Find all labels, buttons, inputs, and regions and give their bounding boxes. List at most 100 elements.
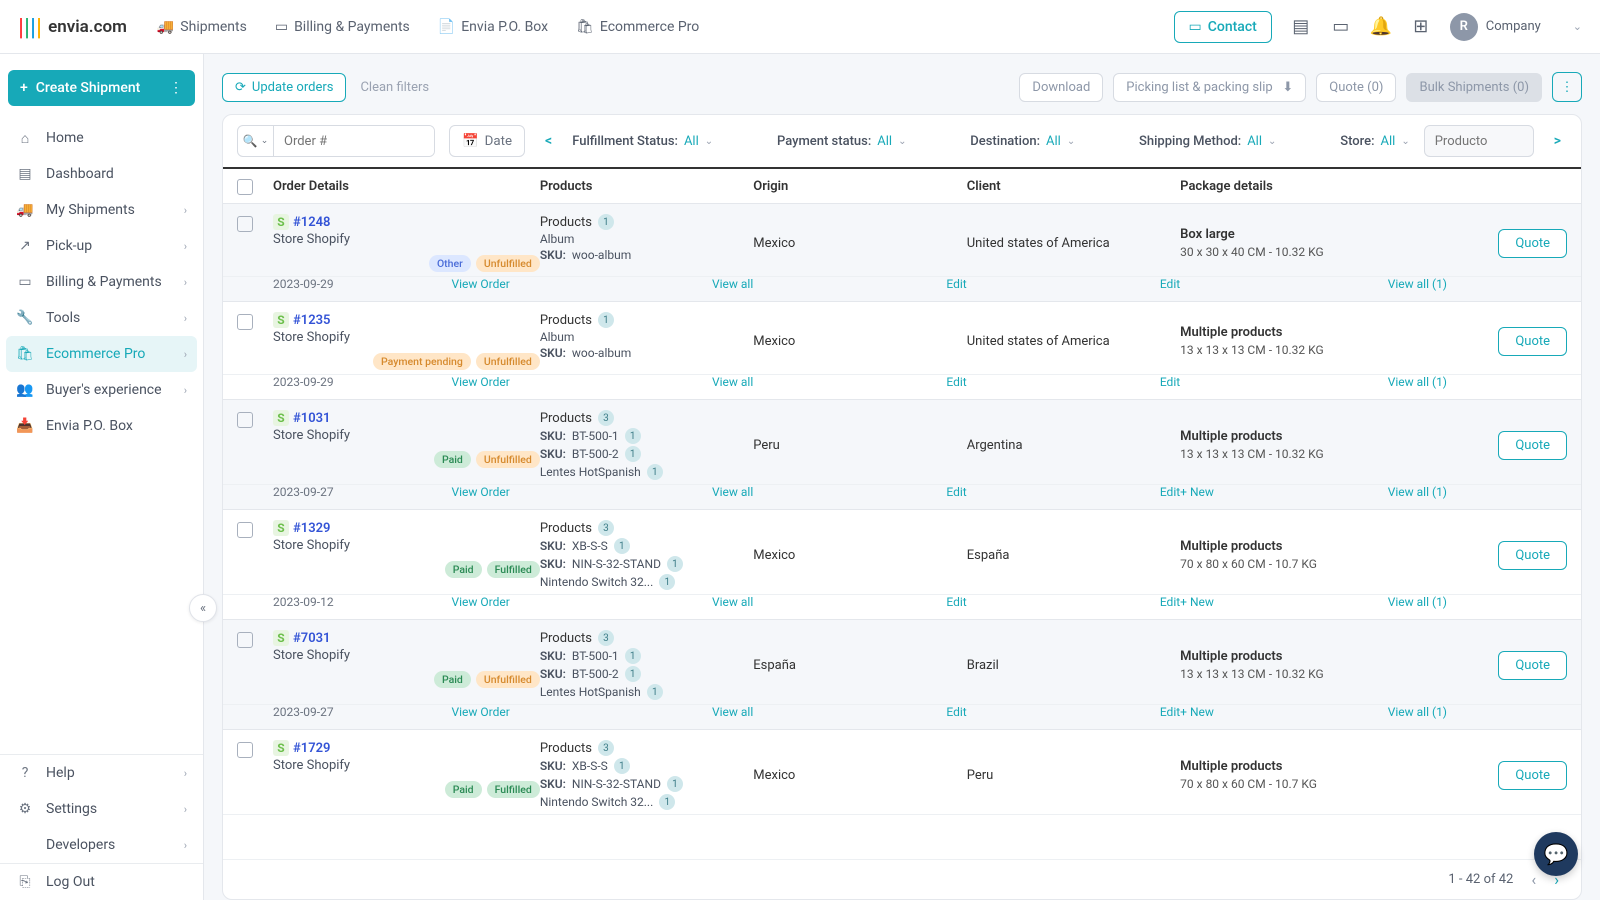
- view-all-packages-link[interactable]: View all (1): [1388, 375, 1447, 389]
- new-package-link[interactable]: + New: [1180, 595, 1214, 609]
- order-search-input[interactable]: [274, 126, 434, 156]
- prev-page-button[interactable]: ‹: [1531, 870, 1536, 889]
- view-order-link[interactable]: View Order: [451, 277, 509, 291]
- clean-filters-button[interactable]: Clean filters: [360, 80, 429, 95]
- edit-client-link[interactable]: Edit: [1160, 705, 1180, 719]
- sidebar-item-my-shipments[interactable]: 🚚My Shipments›: [0, 192, 203, 228]
- edit-client-link[interactable]: Edit: [1160, 595, 1180, 609]
- view-order-link[interactable]: View Order: [451, 375, 509, 389]
- sidebar-item-home[interactable]: ⌂Home: [0, 120, 203, 156]
- pagination: 1 - 42 of 42 ‹ ›: [223, 859, 1581, 899]
- more-icon[interactable]: ⋮: [169, 80, 183, 96]
- chat-button[interactable]: 💬: [1534, 832, 1578, 876]
- user-menu[interactable]: R Company ⌄: [1450, 13, 1582, 41]
- order-id-link[interactable]: #1235: [293, 313, 330, 328]
- sidebar-item-envia-p-o-box[interactable]: 📥Envia P.O. Box: [0, 408, 203, 444]
- quote-button[interactable]: Quote: [1498, 651, 1567, 680]
- scroll-left-button[interactable]: <: [539, 133, 558, 149]
- sidebar-item-dashboard[interactable]: ▤Dashboard: [0, 156, 203, 192]
- new-package-link[interactable]: + New: [1180, 705, 1214, 719]
- filter-destination-[interactable]: Destination:All⌄: [970, 134, 1075, 149]
- order-id-link[interactable]: #1329: [293, 521, 330, 536]
- row-checkbox[interactable]: [237, 216, 253, 232]
- row-checkbox[interactable]: [237, 412, 253, 428]
- view-all-products-link[interactable]: View all: [712, 277, 753, 291]
- topnav-item-shipments[interactable]: 🚚Shipments: [157, 19, 247, 35]
- table-row-footer: 2023-09-29View OrderView allEditEditView…: [223, 375, 1581, 400]
- order-id-link[interactable]: #1729: [293, 741, 330, 756]
- bulk-shipments-button[interactable]: Bulk Shipments (0): [1406, 73, 1542, 102]
- view-order-link[interactable]: View Order: [451, 705, 509, 719]
- view-all-products-link[interactable]: View all: [712, 595, 753, 609]
- view-all-packages-link[interactable]: View all (1): [1388, 595, 1447, 609]
- row-checkbox[interactable]: [237, 314, 253, 330]
- quote-button[interactable]: Quote: [1498, 327, 1567, 356]
- view-all-products-link[interactable]: View all: [712, 485, 753, 499]
- view-order-link[interactable]: View Order: [451, 595, 509, 609]
- sidebar-item-billing-payments[interactable]: ▭Billing & Payments›: [0, 264, 203, 300]
- apps-grid-icon[interactable]: ⊞: [1410, 16, 1432, 37]
- view-all-products-link[interactable]: View all: [712, 375, 753, 389]
- view-order-link[interactable]: View Order: [451, 485, 509, 499]
- filter-store-[interactable]: Store:All⌄: [1340, 134, 1410, 149]
- more-actions-button[interactable]: ⋮: [1552, 72, 1582, 102]
- status-badge: Unfulfilled: [476, 671, 540, 688]
- edit-client-link[interactable]: Edit: [1160, 485, 1180, 499]
- view-all-products-link[interactable]: View all: [712, 705, 753, 719]
- date-filter-button[interactable]: 📅 Date: [449, 125, 525, 157]
- wallet-icon[interactable]: ▭: [1330, 16, 1352, 37]
- scroll-right-button[interactable]: >: [1548, 133, 1567, 149]
- download-button[interactable]: Download: [1019, 73, 1103, 102]
- logo[interactable]: |||| envia.com: [18, 13, 127, 41]
- view-all-packages-link[interactable]: View all (1): [1388, 705, 1447, 719]
- sidebar-item-settings[interactable]: ⚙Settings›: [0, 791, 203, 827]
- calculator-icon[interactable]: ▤: [1290, 16, 1312, 37]
- sidebar-item-developers[interactable]: Developers›: [0, 827, 203, 863]
- filter-payment-status-[interactable]: Payment status:All⌄: [777, 134, 907, 149]
- search-type-select[interactable]: 🔍⌄: [238, 126, 274, 156]
- quote-button[interactable]: Quote: [1498, 761, 1567, 790]
- picking-list-button[interactable]: Picking list & packing slip ⬇: [1113, 73, 1306, 102]
- edit-client-link[interactable]: Edit: [1160, 375, 1180, 389]
- edit-origin-link[interactable]: Edit: [946, 375, 966, 389]
- contact-button[interactable]: ▭ Contact: [1174, 11, 1272, 43]
- filter-shipping-method-[interactable]: Shipping Method:All⌄: [1139, 134, 1276, 149]
- bell-icon[interactable]: 🔔: [1370, 16, 1392, 37]
- create-shipment-button[interactable]: + Create Shipment ⋮: [8, 70, 195, 106]
- row-checkbox[interactable]: [237, 522, 253, 538]
- topnav-item-envia-p-o-box[interactable]: 📄Envia P.O. Box: [438, 19, 548, 35]
- collapse-sidebar-button[interactable]: «: [189, 594, 217, 622]
- edit-origin-link[interactable]: Edit: [946, 277, 966, 291]
- filter-fulfillment-status-[interactable]: Fulfillment Status:All⌄: [572, 134, 713, 149]
- quote-button[interactable]: Quote: [1498, 541, 1567, 570]
- quote-button[interactable]: Quote: [1498, 431, 1567, 460]
- order-id-link[interactable]: #1031: [293, 411, 330, 426]
- order-id-link[interactable]: #1248: [293, 215, 330, 230]
- edit-origin-link[interactable]: Edit: [946, 705, 966, 719]
- row-checkbox[interactable]: [237, 632, 253, 648]
- doc-icon: 📄: [438, 19, 455, 35]
- pagination-label: 1 - 42 of 42: [1448, 872, 1513, 887]
- sidebar-item-ecommerce-pro[interactable]: 🛍Ecommerce Pro›: [6, 336, 197, 372]
- quote-bulk-button[interactable]: Quote (0): [1316, 73, 1396, 102]
- select-all-checkbox[interactable]: [237, 179, 253, 195]
- new-package-link[interactable]: + New: [1180, 485, 1214, 499]
- sidebar-item-pick-up[interactable]: ↗Pick-up›: [0, 228, 203, 264]
- update-orders-button[interactable]: ⟳ Update orders: [222, 73, 346, 102]
- order-id-link[interactable]: #7031: [293, 631, 330, 646]
- edit-origin-link[interactable]: Edit: [946, 485, 966, 499]
- sidebar-item-tools[interactable]: 🔧Tools›: [0, 300, 203, 336]
- sidebar-logout[interactable]: ⎘ Log Out: [0, 864, 203, 900]
- edit-origin-link[interactable]: Edit: [946, 595, 966, 609]
- quote-button[interactable]: Quote: [1498, 229, 1567, 258]
- edit-client-link[interactable]: Edit: [1160, 277, 1180, 291]
- view-all-packages-link[interactable]: View all (1): [1388, 277, 1447, 291]
- topnav-item-ecommerce-pro[interactable]: 🛍Ecommerce Pro: [576, 19, 699, 35]
- product-filter-input[interactable]: [1424, 125, 1534, 157]
- top-menu: 🚚Shipments ▭Billing & Payments 📄Envia P.O.…: [157, 19, 699, 35]
- topnav-item-billing-payments[interactable]: ▭Billing & Payments: [275, 19, 410, 35]
- sidebar-item-help[interactable]: ?Help›: [0, 755, 203, 791]
- view-all-packages-link[interactable]: View all (1): [1388, 485, 1447, 499]
- sidebar-item-buyer-s-experience[interactable]: 👥Buyer's experience›: [0, 372, 203, 408]
- row-checkbox[interactable]: [237, 742, 253, 758]
